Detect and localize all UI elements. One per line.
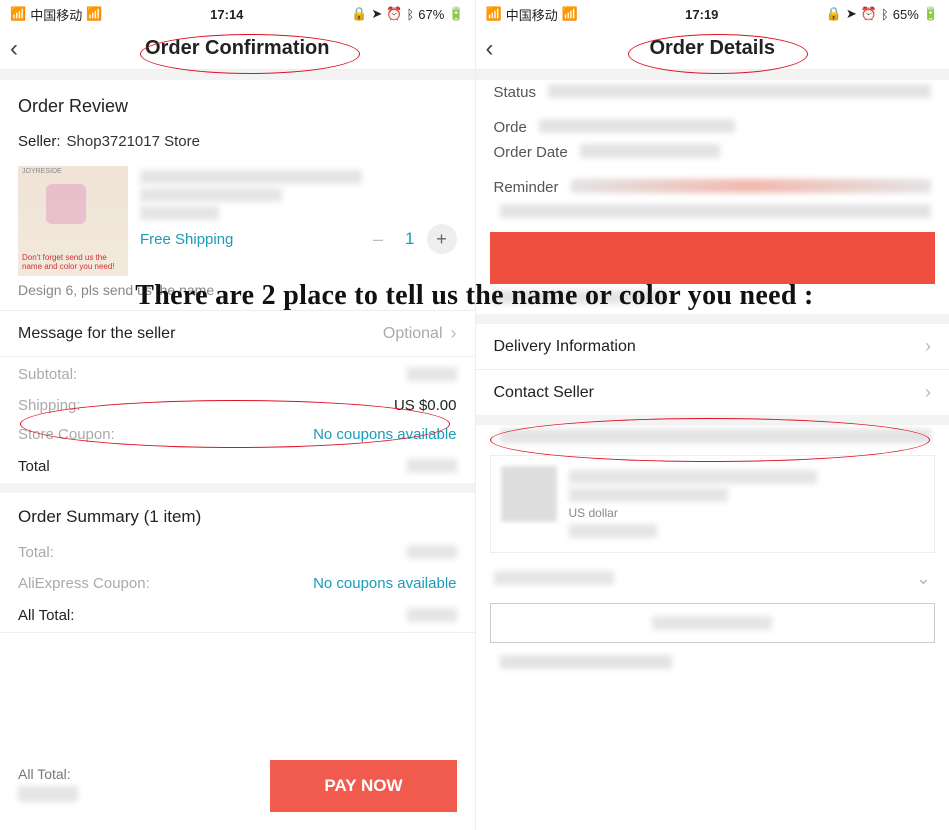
shipping-link[interactable]: Free Shipping [140, 231, 233, 248]
ali-coupon-row[interactable]: AliExpress Coupon: No coupons available [0, 569, 475, 598]
battery-label: 65% [893, 7, 919, 22]
status-bar: 📶 中国移动 📶 17:14 🔒 ➤ ⏰ ᛒ 67% 🔋 [0, 0, 475, 28]
carrier-label: 中国移动 [506, 5, 558, 24]
shipping-row: Shipping: US $0.00 [0, 391, 475, 420]
bluetooth-icon: ᛒ [406, 7, 414, 22]
qty-plus-button[interactable]: + [427, 224, 457, 254]
thumb-note: Don't forget send us the name and color … [22, 254, 124, 272]
store-coupon-row[interactable]: Store Coupon: No coupons available [0, 420, 475, 449]
product-card[interactable]: US dollar [490, 455, 936, 553]
shipping-value: US $0.00 [394, 397, 457, 414]
delivery-info-row[interactable]: Delivery Information › [476, 324, 949, 369]
pay-total-value-redacted [18, 786, 78, 802]
seller-row[interactable]: Seller: Shop3721017 Store [0, 125, 475, 154]
product-thumbnail [501, 466, 557, 522]
status-time: 17:19 [685, 7, 718, 22]
quantity-stepper: – 1 + [363, 224, 456, 254]
order-summary-title: Order Summary (1 item) [0, 493, 475, 535]
nav-header: ‹ Order Confirmation [0, 28, 475, 70]
order-details-screen: 📶 中国移动 📶 17:19 🔒 ➤ ⏰ ᛒ 65% 🔋 ‹ Order Det… [475, 0, 949, 830]
alarm-icon: ⏰ [386, 6, 402, 22]
pay-bar: All Total: PAY NOW [0, 750, 475, 828]
summary-total-row: Total: [0, 535, 475, 569]
chevron-right-icon: › [925, 382, 931, 403]
message-seller-row[interactable]: Message for the seller Optional › [0, 311, 475, 356]
seller-label: Seller: [18, 133, 61, 150]
all-total-row: All Total: [0, 598, 475, 632]
subtotal-value-redacted [407, 367, 457, 381]
order-confirmation-screen: 📶 中国移动 📶 17:14 🔒 ➤ ⏰ ᛒ 67% 🔋 ‹ Order Con… [0, 0, 475, 830]
chevron-right-icon: › [451, 323, 457, 344]
red-banner [490, 232, 936, 284]
chevron-right-icon: › [925, 336, 931, 357]
product-subtitle-redacted [140, 188, 282, 202]
bluetooth-icon: ᛒ [881, 7, 889, 22]
pay-all-total-label: All Total: [18, 766, 78, 782]
expand-row[interactable]: ⌄ [476, 561, 949, 595]
optional-label: Optional [383, 325, 443, 343]
order-date-row: Order Date [476, 140, 949, 165]
signal-icon: 📶 [10, 6, 26, 22]
pay-now-button[interactable]: PAY NOW [270, 760, 456, 812]
status-bar: 📶 中国移动 📶 17:19 🔒 ➤ ⏰ ᛒ 65% 🔋 [476, 0, 949, 28]
total-row: Total [0, 449, 475, 483]
status-time: 17:14 [210, 7, 243, 22]
product-row[interactable]: JOYRESIDE Don't forget send us the name … [0, 154, 475, 276]
subtotal-row: Subtotal: [0, 357, 475, 391]
lock-icon: 🔒 [351, 6, 367, 22]
alarm-icon: ⏰ [861, 6, 877, 22]
carrier-label: 中国移动 [30, 5, 82, 24]
battery-label: 67% [418, 7, 444, 22]
wifi-icon: 📶 [86, 6, 102, 22]
product-thumbnail: JOYRESIDE Don't forget send us the name … [18, 166, 128, 276]
variant-note: Design 6, pls send us the name [0, 276, 475, 310]
location-icon: ➤ [846, 6, 857, 22]
lock-icon: 🔒 [826, 6, 842, 22]
page-title: Order Details [486, 37, 940, 60]
product-price-redacted [140, 206, 219, 220]
page-title: Order Confirmation [10, 37, 465, 60]
chevron-down-icon: ⌄ [916, 568, 931, 589]
contact-seller-row[interactable]: Contact Seller › [476, 370, 949, 415]
location-icon: ➤ [371, 6, 382, 22]
order-review-title: Order Review [0, 80, 475, 125]
reminder-row: Reminder [476, 175, 949, 200]
thumb-brand: JOYRESIDE [22, 168, 62, 176]
message-seller-label: Message for the seller [18, 325, 175, 343]
seller-name: Shop3721017 Store [67, 133, 200, 150]
product-title-redacted [140, 170, 362, 184]
currency-note: US dollar [569, 506, 925, 520]
order-row: Orde [476, 115, 949, 140]
wifi-icon: 📶 [562, 6, 578, 22]
outline-button[interactable] [490, 603, 936, 643]
qty-value: 1 [405, 229, 414, 249]
battery-icon: 🔋 [448, 6, 464, 22]
signal-icon: 📶 [486, 6, 502, 22]
status-row: Status [476, 80, 949, 105]
qty-minus-button[interactable]: – [363, 224, 393, 254]
nav-header: ‹ Order Details [476, 28, 949, 70]
battery-icon: 🔋 [923, 6, 939, 22]
total-value-redacted [407, 459, 457, 473]
no-coupons-link: No coupons available [313, 426, 456, 443]
